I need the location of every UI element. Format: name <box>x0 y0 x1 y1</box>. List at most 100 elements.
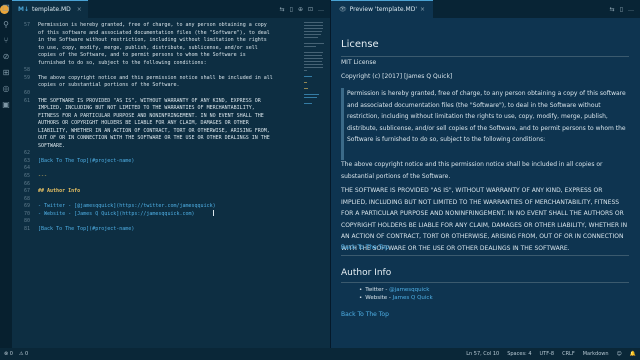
code-line: LIABILITY, WHETHER IN AN ACTION OF CONTR… <box>38 127 270 134</box>
line-number: 63 <box>23 157 30 164</box>
minimap-line <box>304 55 322 56</box>
preview-action-icon[interactable]: ▯ <box>620 6 623 13</box>
twitter-link[interactable]: @jamesqquick <box>389 287 429 293</box>
line-number: 80 <box>23 218 30 225</box>
bullet: • <box>359 287 363 293</box>
activity-bar: ❐ ⚲ ⑂ ⊘ ⊞ ◎ ▣ <box>0 0 12 348</box>
text-cursor <box>213 210 214 216</box>
copyright-text: Copyright (c) [2017] [James Q Quick] <box>341 73 453 80</box>
editor-action-icon[interactable]: ⊡ <box>308 6 313 13</box>
editor-action-icon[interactable]: ⊕ <box>298 6 303 13</box>
minimap-line <box>304 37 318 38</box>
source-control-icon[interactable]: ⑂ <box>1 36 11 46</box>
code-line: The above copyright notice and this perm… <box>38 74 273 81</box>
line-number: 57 <box>23 22 30 28</box>
minimap-line <box>304 22 323 23</box>
website-label: Website - <box>365 295 393 301</box>
line-number: 64 <box>23 165 30 172</box>
docker-icon[interactable]: ▣ <box>1 100 11 110</box>
tab-preview[interactable]: 👁 Preview 'template.MD' × <box>331 0 434 18</box>
minimap-line <box>304 97 317 98</box>
notice-text: The above copyright notice and this perm… <box>341 161 603 180</box>
back-to-top-link[interactable]: Back To The Top <box>341 311 389 318</box>
code-line: to use, copy, modify, merge, publish, di… <box>38 44 258 51</box>
line-number: 81 <box>23 225 30 232</box>
line-number: 60 <box>23 89 30 96</box>
explorer-icon[interactable]: ❐ <box>1 4 11 14</box>
code-line: of this software and associated document… <box>38 29 270 36</box>
minimap-line <box>304 31 323 32</box>
minimap-line <box>304 61 322 62</box>
preview-action-icon[interactable]: ⇆ <box>610 6 615 13</box>
line-number: 62 <box>23 150 30 157</box>
code-line: FITNESS FOR A PARTICULAR PURPOSE AND NON… <box>38 112 264 119</box>
markdown-icon: M↓ <box>18 6 29 13</box>
code-line: ## Author Info <box>38 188 81 195</box>
preview-action-icon[interactable]: … <box>628 6 634 13</box>
code-line: AUTHORS OR COPYRIGHT HOLDERS BE LIABLE F… <box>38 120 249 127</box>
website-link[interactable]: James Q Quick <box>393 295 433 301</box>
extensions-icon[interactable]: ⊞ <box>1 68 11 78</box>
code-line: [Back To The Top](#project-name) <box>38 157 135 164</box>
preview-icon: 👁 <box>339 6 347 13</box>
code-line: copies of the Software, and to permit pe… <box>38 52 246 59</box>
code-line: copies or substantial portions of the So… <box>38 82 180 89</box>
language-mode[interactable]: Markdown <box>583 351 609 357</box>
tab-label: Preview 'template.MD' <box>349 6 417 13</box>
minimap-line <box>304 67 324 68</box>
editor-tab-bar: M↓ template.MD × ⇆ ▯ ⊕ ⊡ … <box>12 0 330 18</box>
indentation[interactable]: Spaces: 4 <box>507 351 531 357</box>
code-line: OUT OF OR IN CONNECTION WITH THE SOFTWAR… <box>38 135 270 142</box>
close-icon[interactable]: × <box>420 6 425 13</box>
back-to-top-link[interactable]: Back To The Top <box>341 244 389 251</box>
bell-icon[interactable]: 🔔 <box>630 351 636 357</box>
code-line: --- <box>38 173 48 179</box>
list-item-website: • Website - James Q Quick <box>359 295 433 301</box>
minimap-line <box>304 70 307 71</box>
code-line: THE SOFTWARE IS PROVIDED "AS IS", WITHOU… <box>38 97 261 104</box>
line-number: 65 <box>23 173 30 179</box>
blockquote-bar <box>341 88 344 160</box>
line-number: 66 <box>23 180 30 187</box>
markdown-preview-pane: 👁 Preview 'template.MD' × ⇆ ▯ … License MI… <box>330 0 640 348</box>
minimap-line <box>304 76 312 77</box>
remote-icon[interactable]: ◎ <box>1 84 11 94</box>
author-info-heading: Author Info <box>341 268 392 278</box>
editor-action-icon[interactable]: ▯ <box>290 6 293 13</box>
minimap-line <box>304 103 312 104</box>
editor-actions: ⇆ ▯ ⊕ ⊡ … <box>280 0 330 18</box>
debug-icon[interactable]: ⊘ <box>1 52 11 62</box>
minimap-line <box>304 52 323 53</box>
editor-action-icon[interactable]: … <box>318 6 324 13</box>
encoding[interactable]: UTF-8 <box>540 351 555 357</box>
errors-indicator[interactable]: ⊗ 0 <box>4 351 13 357</box>
code-line: [Back To The Top](#project-name) <box>38 225 135 232</box>
license-heading: License <box>341 39 379 50</box>
horizontal-rule <box>341 255 629 256</box>
minimap[interactable] <box>300 20 328 130</box>
minimap-line <box>304 28 323 29</box>
minimap-line <box>304 46 316 47</box>
heading-rule <box>341 282 629 283</box>
warnings-indicator[interactable]: ⚠ 0 <box>19 351 28 357</box>
close-icon[interactable]: × <box>77 6 82 13</box>
minimap-line <box>304 64 324 65</box>
permission-text: Permission is hereby granted, free of ch… <box>347 90 626 143</box>
cursor-position[interactable]: Ln 57, Col 10 <box>466 351 499 357</box>
editor-action-icon[interactable]: ⇆ <box>280 6 285 13</box>
line-ending[interactable]: CRLF <box>562 351 575 357</box>
line-number: 59 <box>23 74 30 81</box>
feedback-icon[interactable]: ☺ <box>617 351 622 357</box>
line-number: 68 <box>23 195 30 202</box>
preview-tab-bar: 👁 Preview 'template.MD' × ⇆ ▯ … <box>331 0 640 18</box>
minimap-line <box>304 82 307 83</box>
line-number: 70 <box>23 210 30 217</box>
line-number: 67 <box>23 188 30 195</box>
code-editor[interactable]: 57 Permission is hereby granted, free of … <box>12 20 292 346</box>
tab-template-md[interactable]: M↓ template.MD × <box>12 0 88 18</box>
mit-license-text: MIT License <box>341 59 377 66</box>
code-line: - Twitter - [@jamesqquick](https://twitt… <box>38 203 216 210</box>
editor-group: M↓ template.MD × ⇆ ▯ ⊕ ⊡ … 57 Permission is h… <box>12 0 330 348</box>
minimap-line <box>304 43 324 44</box>
search-icon[interactable]: ⚲ <box>1 20 11 30</box>
